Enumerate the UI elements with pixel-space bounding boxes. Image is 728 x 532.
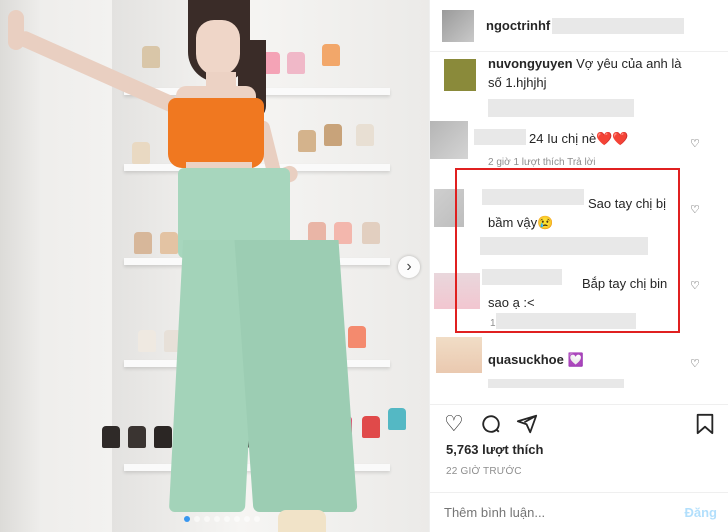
blurred-username xyxy=(474,129,526,145)
shoe xyxy=(322,44,340,66)
shoe xyxy=(356,124,374,146)
heart-icon[interactable]: ♡ xyxy=(690,137,700,150)
post-time: 22 GIỜ TRƯỚC xyxy=(446,466,522,477)
carousel-dot xyxy=(194,516,200,522)
comment-text: 💟 xyxy=(567,352,584,367)
carousel-dots xyxy=(184,516,260,522)
carousel-dot xyxy=(224,516,230,522)
chevron-right-icon[interactable]: › xyxy=(398,256,420,278)
shoe xyxy=(142,46,160,68)
post-header: ngoctrinhf xyxy=(430,0,728,52)
shoe xyxy=(160,232,178,254)
post-button[interactable]: Đăng xyxy=(685,505,718,520)
shoe xyxy=(134,232,152,254)
heart-icon[interactable]: ♡ xyxy=(690,203,700,216)
heart-icon[interactable]: ♡ xyxy=(690,357,700,370)
heart-icon[interactable]: ♡ xyxy=(690,279,700,292)
blurred-name xyxy=(552,17,685,34)
shoes xyxy=(278,510,326,532)
comment-input[interactable] xyxy=(444,505,664,520)
comment-icon[interactable] xyxy=(480,413,502,439)
post-username[interactable]: ngoctrinhf xyxy=(486,18,550,33)
carousel-dot xyxy=(244,516,250,522)
face xyxy=(196,20,240,76)
carousel-dot xyxy=(204,516,210,522)
shoe xyxy=(154,426,172,448)
action-bar: ♡ xyxy=(430,404,728,444)
avatar[interactable] xyxy=(430,121,468,159)
comment: 24 Iu chị nè❤️❤️ xyxy=(529,129,629,148)
blurred-meta xyxy=(488,379,624,388)
pants-leg xyxy=(234,240,358,512)
shoe xyxy=(287,52,305,74)
carousel-dot xyxy=(234,516,240,522)
comment-text: 24 Iu chị nè❤️❤️ xyxy=(529,131,629,146)
shoe xyxy=(132,142,150,164)
bookmark-icon[interactable] xyxy=(695,413,715,439)
avatar[interactable] xyxy=(442,9,474,42)
orange-top xyxy=(168,98,264,168)
wall xyxy=(0,0,40,532)
shoe xyxy=(348,326,366,348)
shoe xyxy=(388,408,406,430)
shoe xyxy=(102,426,120,448)
carousel-dot xyxy=(214,516,220,522)
shoe xyxy=(138,330,156,352)
avatar[interactable] xyxy=(444,59,476,91)
add-comment-bar: Đăng xyxy=(430,492,728,532)
carousel-dot xyxy=(254,516,260,522)
blurred-meta xyxy=(488,99,634,117)
shoe xyxy=(298,130,316,152)
comment-username[interactable]: nuvongyuyen xyxy=(488,56,573,71)
highlight-box xyxy=(455,168,680,333)
carousel-dot xyxy=(184,516,190,522)
comment-meta: 2 giờ 1 lượt thích Trả lời xyxy=(488,157,596,167)
shoe xyxy=(324,124,342,146)
post-photo[interactable]: › xyxy=(0,0,429,532)
comment-username[interactable]: quasuckhoe xyxy=(488,352,564,367)
avatar[interactable] xyxy=(436,337,482,373)
comment: nuvongyuyen Vợ yêu của anh là số 1.hjhjh… xyxy=(488,54,688,92)
heart-icon[interactable]: ♡ xyxy=(444,413,464,435)
comment: quasuckhoe 💟 xyxy=(488,350,584,369)
shoe xyxy=(128,426,146,448)
shoe xyxy=(362,416,380,438)
paper-plane-icon[interactable] xyxy=(516,413,538,439)
shoe xyxy=(362,222,380,244)
like-count[interactable]: 5,763 lượt thích xyxy=(446,442,543,457)
